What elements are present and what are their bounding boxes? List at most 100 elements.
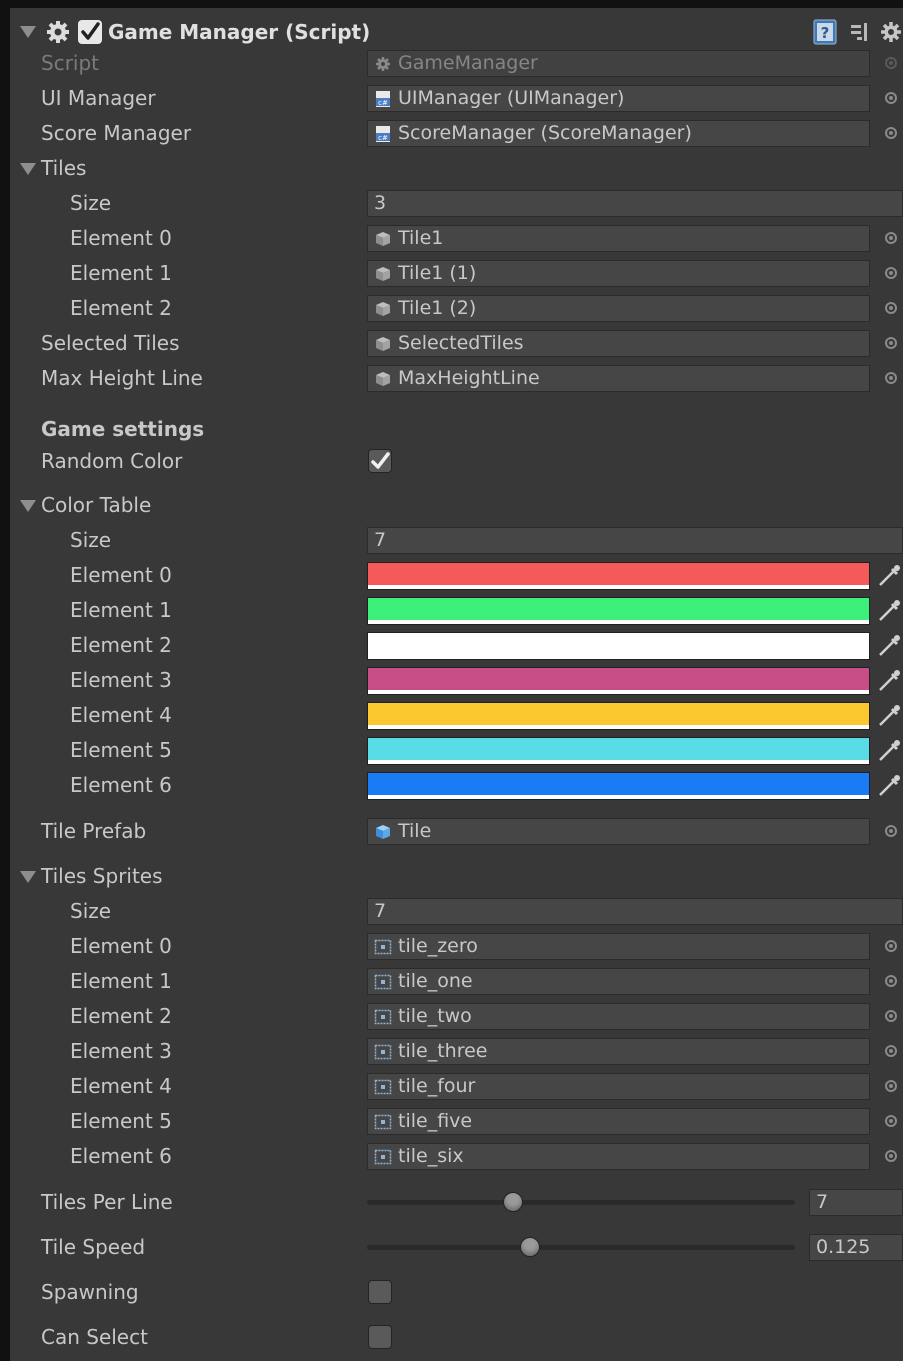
eyedropper-icon[interactable] bbox=[876, 773, 902, 799]
gameobject-icon bbox=[376, 267, 390, 281]
foldout-arrow-icon[interactable] bbox=[20, 163, 36, 175]
color-swatch[interactable] bbox=[367, 772, 870, 800]
preset-icon[interactable] bbox=[849, 21, 871, 43]
enabled-checkbox[interactable] bbox=[78, 20, 102, 44]
ui-manager-row: UI Manager c# UIManager (UIManager) bbox=[10, 82, 903, 114]
sprite-object-field[interactable]: tile_three bbox=[367, 1038, 870, 1065]
tiles-element-row: Element 0 Tile1 bbox=[10, 222, 903, 254]
color-swatch[interactable] bbox=[367, 667, 870, 695]
gameobject-icon bbox=[376, 372, 390, 386]
color-swatch[interactable] bbox=[367, 737, 870, 765]
object-picker-icon[interactable] bbox=[885, 337, 897, 349]
tiles-sprites-size-row: Size 7 bbox=[10, 895, 903, 927]
random-color-row: Random Color bbox=[10, 445, 903, 477]
sprite-object-field[interactable]: tile_five bbox=[367, 1108, 870, 1135]
tiles-sprites-foldout[interactable]: Tiles Sprites bbox=[10, 860, 903, 892]
tiles-per-line-value: 7 bbox=[816, 1191, 829, 1213]
color-swatch[interactable] bbox=[367, 702, 870, 730]
foldout-arrow-icon[interactable] bbox=[20, 871, 36, 883]
object-picker-icon[interactable] bbox=[885, 267, 897, 279]
tile-object-field[interactable]: Tile1 (2) bbox=[367, 295, 870, 322]
sprite-object-field[interactable]: tile_six bbox=[367, 1143, 870, 1170]
color-swatch[interactable] bbox=[367, 597, 870, 625]
sprite-object-field[interactable]: tile_zero bbox=[367, 933, 870, 960]
spawning-checkbox[interactable] bbox=[368, 1280, 392, 1304]
tiles-sprites-size-input[interactable]: 7 bbox=[367, 898, 903, 925]
element-label: Element 2 bbox=[70, 633, 172, 657]
sprite-object-field[interactable]: tile_two bbox=[367, 1003, 870, 1030]
tiles-per-line-input[interactable]: 7 bbox=[809, 1189, 903, 1216]
tiles-foldout[interactable]: Tiles bbox=[10, 152, 903, 184]
tile-object-field[interactable]: Tile1 (1) bbox=[367, 260, 870, 287]
object-picker-icon[interactable] bbox=[885, 1080, 897, 1092]
object-picker-icon[interactable] bbox=[885, 1045, 897, 1057]
max-height-line-row: Max Height Line MaxHeightLine bbox=[10, 362, 903, 394]
color-swatch[interactable] bbox=[367, 632, 870, 660]
sprite-object-value: tile_one bbox=[398, 970, 473, 992]
tile-speed-slider-thumb[interactable] bbox=[519, 1237, 540, 1257]
tile-speed-input[interactable]: 0.125 bbox=[809, 1234, 903, 1261]
tiles-per-line-slider-track[interactable] bbox=[367, 1200, 795, 1205]
gameobject-icon bbox=[376, 302, 390, 316]
random-color-checkbox[interactable] bbox=[368, 449, 392, 473]
selected-tiles-field[interactable]: SelectedTiles bbox=[367, 330, 870, 357]
can-select-checkbox[interactable] bbox=[368, 1325, 392, 1349]
score-manager-label: Score Manager bbox=[41, 121, 192, 145]
sprite-icon bbox=[374, 1149, 392, 1165]
object-picker-icon[interactable] bbox=[885, 940, 897, 952]
tile-prefab-field[interactable]: Tile bbox=[367, 818, 870, 845]
tile-object-field[interactable]: Tile1 bbox=[367, 225, 870, 252]
tiles-size-input[interactable]: 3 bbox=[367, 190, 903, 217]
eyedropper-icon[interactable] bbox=[876, 738, 902, 764]
eyedropper-icon[interactable] bbox=[876, 703, 902, 729]
sprite-element-row: Element 0 tile_zero bbox=[10, 930, 903, 962]
object-picker-icon[interactable] bbox=[885, 372, 897, 384]
sprite-object-value: tile_five bbox=[398, 1110, 473, 1132]
gear-icon[interactable] bbox=[880, 21, 902, 43]
element-label: Element 3 bbox=[70, 1039, 172, 1063]
object-picker-icon[interactable] bbox=[885, 1115, 897, 1127]
object-picker-icon[interactable] bbox=[885, 127, 897, 139]
object-picker-icon[interactable] bbox=[885, 1010, 897, 1022]
script-row: Script GameManager bbox=[10, 47, 903, 79]
tiles-size-label: Size bbox=[70, 191, 112, 215]
tile-object-value: Tile1 bbox=[398, 227, 444, 249]
object-picker-icon[interactable] bbox=[885, 975, 897, 987]
svg-text:?: ? bbox=[821, 24, 830, 42]
tiles-sprites-label: Tiles Sprites bbox=[41, 864, 163, 888]
object-picker-icon[interactable] bbox=[885, 1150, 897, 1162]
element-label: Element 2 bbox=[70, 1004, 172, 1028]
eyedropper-icon[interactable] bbox=[876, 668, 902, 694]
color-swatch[interactable] bbox=[367, 562, 870, 590]
foldout-arrow-icon[interactable] bbox=[20, 26, 36, 38]
sprite-object-value: tile_four bbox=[398, 1075, 476, 1097]
element-label: Element 3 bbox=[70, 668, 172, 692]
color-table-size-input[interactable]: 7 bbox=[367, 527, 903, 554]
eyedropper-icon[interactable] bbox=[876, 633, 902, 659]
score-manager-field[interactable]: c# ScoreManager (ScoreManager) bbox=[367, 120, 870, 147]
color-table-foldout[interactable]: Color Table bbox=[10, 489, 903, 521]
sprite-object-field[interactable]: tile_one bbox=[367, 968, 870, 995]
object-picker-icon[interactable] bbox=[885, 825, 897, 837]
eyedropper-icon[interactable] bbox=[876, 563, 902, 589]
tiles-per-line-slider-thumb[interactable] bbox=[502, 1192, 523, 1212]
sprite-object-value: tile_zero bbox=[398, 935, 478, 957]
sprite-element-row: Element 2 tile_two bbox=[10, 1000, 903, 1032]
object-picker-icon[interactable] bbox=[885, 232, 897, 244]
ui-manager-field[interactable]: c# UIManager (UIManager) bbox=[367, 85, 870, 112]
sprite-object-value: tile_six bbox=[398, 1145, 464, 1167]
sprite-icon bbox=[374, 974, 392, 990]
tile-speed-slider-track[interactable] bbox=[367, 1245, 795, 1250]
gameobject-icon bbox=[376, 337, 390, 351]
csharp-script-icon: c# bbox=[376, 126, 390, 142]
foldout-arrow-icon[interactable] bbox=[20, 500, 36, 512]
component-header[interactable]: Game Manager (Script) ? bbox=[10, 16, 903, 48]
max-height-line-field[interactable]: MaxHeightLine bbox=[367, 365, 870, 392]
object-picker-icon[interactable] bbox=[885, 92, 897, 104]
object-picker-icon[interactable] bbox=[885, 302, 897, 314]
random-color-label: Random Color bbox=[41, 449, 183, 473]
sprite-object-field[interactable]: tile_four bbox=[367, 1073, 870, 1100]
eyedropper-icon[interactable] bbox=[876, 598, 902, 624]
help-icon[interactable]: ? bbox=[813, 19, 837, 45]
element-label: Element 1 bbox=[70, 261, 172, 285]
